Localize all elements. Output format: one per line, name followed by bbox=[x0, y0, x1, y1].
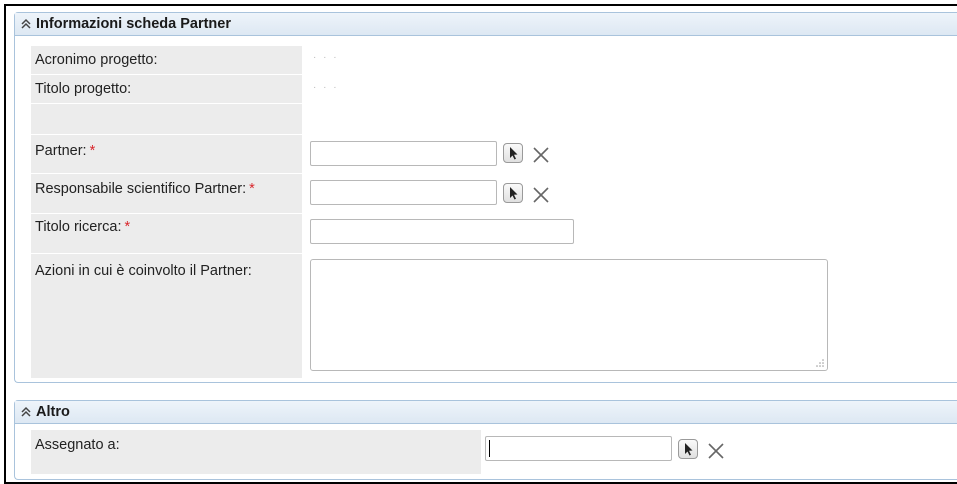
titolo-progetto-label-cell: Titolo progetto: bbox=[31, 75, 302, 103]
titolo-ricerca-label: Titolo ricerca: bbox=[35, 219, 122, 235]
partner-input[interactable] bbox=[310, 141, 497, 166]
responsabile-input[interactable] bbox=[310, 180, 497, 205]
responsabile-required-mark: * bbox=[249, 181, 255, 197]
azioni-label: Azioni in cui è coinvolto il Partner: bbox=[35, 263, 252, 279]
partner-info-title: Informazioni scheda Partner bbox=[36, 16, 231, 32]
titolo-ricerca-required-mark: * bbox=[124, 219, 131, 235]
text-caret bbox=[489, 440, 490, 457]
altro-header[interactable]: Altro bbox=[15, 401, 957, 424]
acronimo-value: · · · bbox=[313, 52, 339, 63]
cursor-pick-icon bbox=[685, 443, 693, 456]
partner-pick-button[interactable] bbox=[503, 143, 523, 163]
acronimo-label-cell: Acronimo progetto: bbox=[31, 46, 302, 74]
partner-clear-button[interactable] bbox=[531, 145, 551, 165]
responsabile-pick-button[interactable] bbox=[503, 183, 523, 203]
double-chevron-up-icon[interactable] bbox=[19, 405, 33, 419]
cursor-pick-icon bbox=[510, 187, 518, 200]
partner-label-cell: Partner: * bbox=[31, 135, 302, 173]
partner-label: Partner: bbox=[35, 143, 87, 159]
altro-title: Altro bbox=[36, 404, 70, 420]
double-chevron-up-icon[interactable] bbox=[19, 17, 33, 31]
assegnato-input[interactable] bbox=[485, 436, 672, 461]
resize-grip-icon[interactable] bbox=[816, 359, 824, 367]
azioni-textarea[interactable] bbox=[310, 259, 828, 371]
acronimo-label: Acronimo progetto: bbox=[35, 52, 158, 68]
empty-label-cell bbox=[31, 104, 302, 134]
cursor-pick-icon bbox=[510, 147, 518, 160]
titolo-ricerca-input[interactable] bbox=[310, 219, 574, 244]
titolo-ricerca-label-cell: Titolo ricerca: * bbox=[31, 214, 302, 253]
partner-info-header[interactable]: Informazioni scheda Partner bbox=[15, 13, 957, 36]
azioni-label-cell: Azioni in cui è coinvolto il Partner: bbox=[31, 254, 302, 378]
assegnato-clear-button[interactable] bbox=[706, 441, 726, 461]
partner-required-mark: * bbox=[89, 143, 96, 159]
responsabile-label-cell: Responsabile scientifico Partner: * bbox=[31, 174, 302, 213]
responsabile-label: Responsabile scientifico Partner: bbox=[35, 181, 247, 197]
titolo-progetto-label: Titolo progetto: bbox=[35, 81, 132, 97]
titolo-progetto-value: · · · bbox=[313, 82, 339, 93]
responsabile-clear-button[interactable] bbox=[531, 185, 551, 205]
assegnato-label: Assegnato a: bbox=[35, 437, 120, 453]
assegnato-pick-button[interactable] bbox=[678, 439, 698, 459]
assegnato-label-cell: Assegnato a: bbox=[31, 430, 481, 474]
